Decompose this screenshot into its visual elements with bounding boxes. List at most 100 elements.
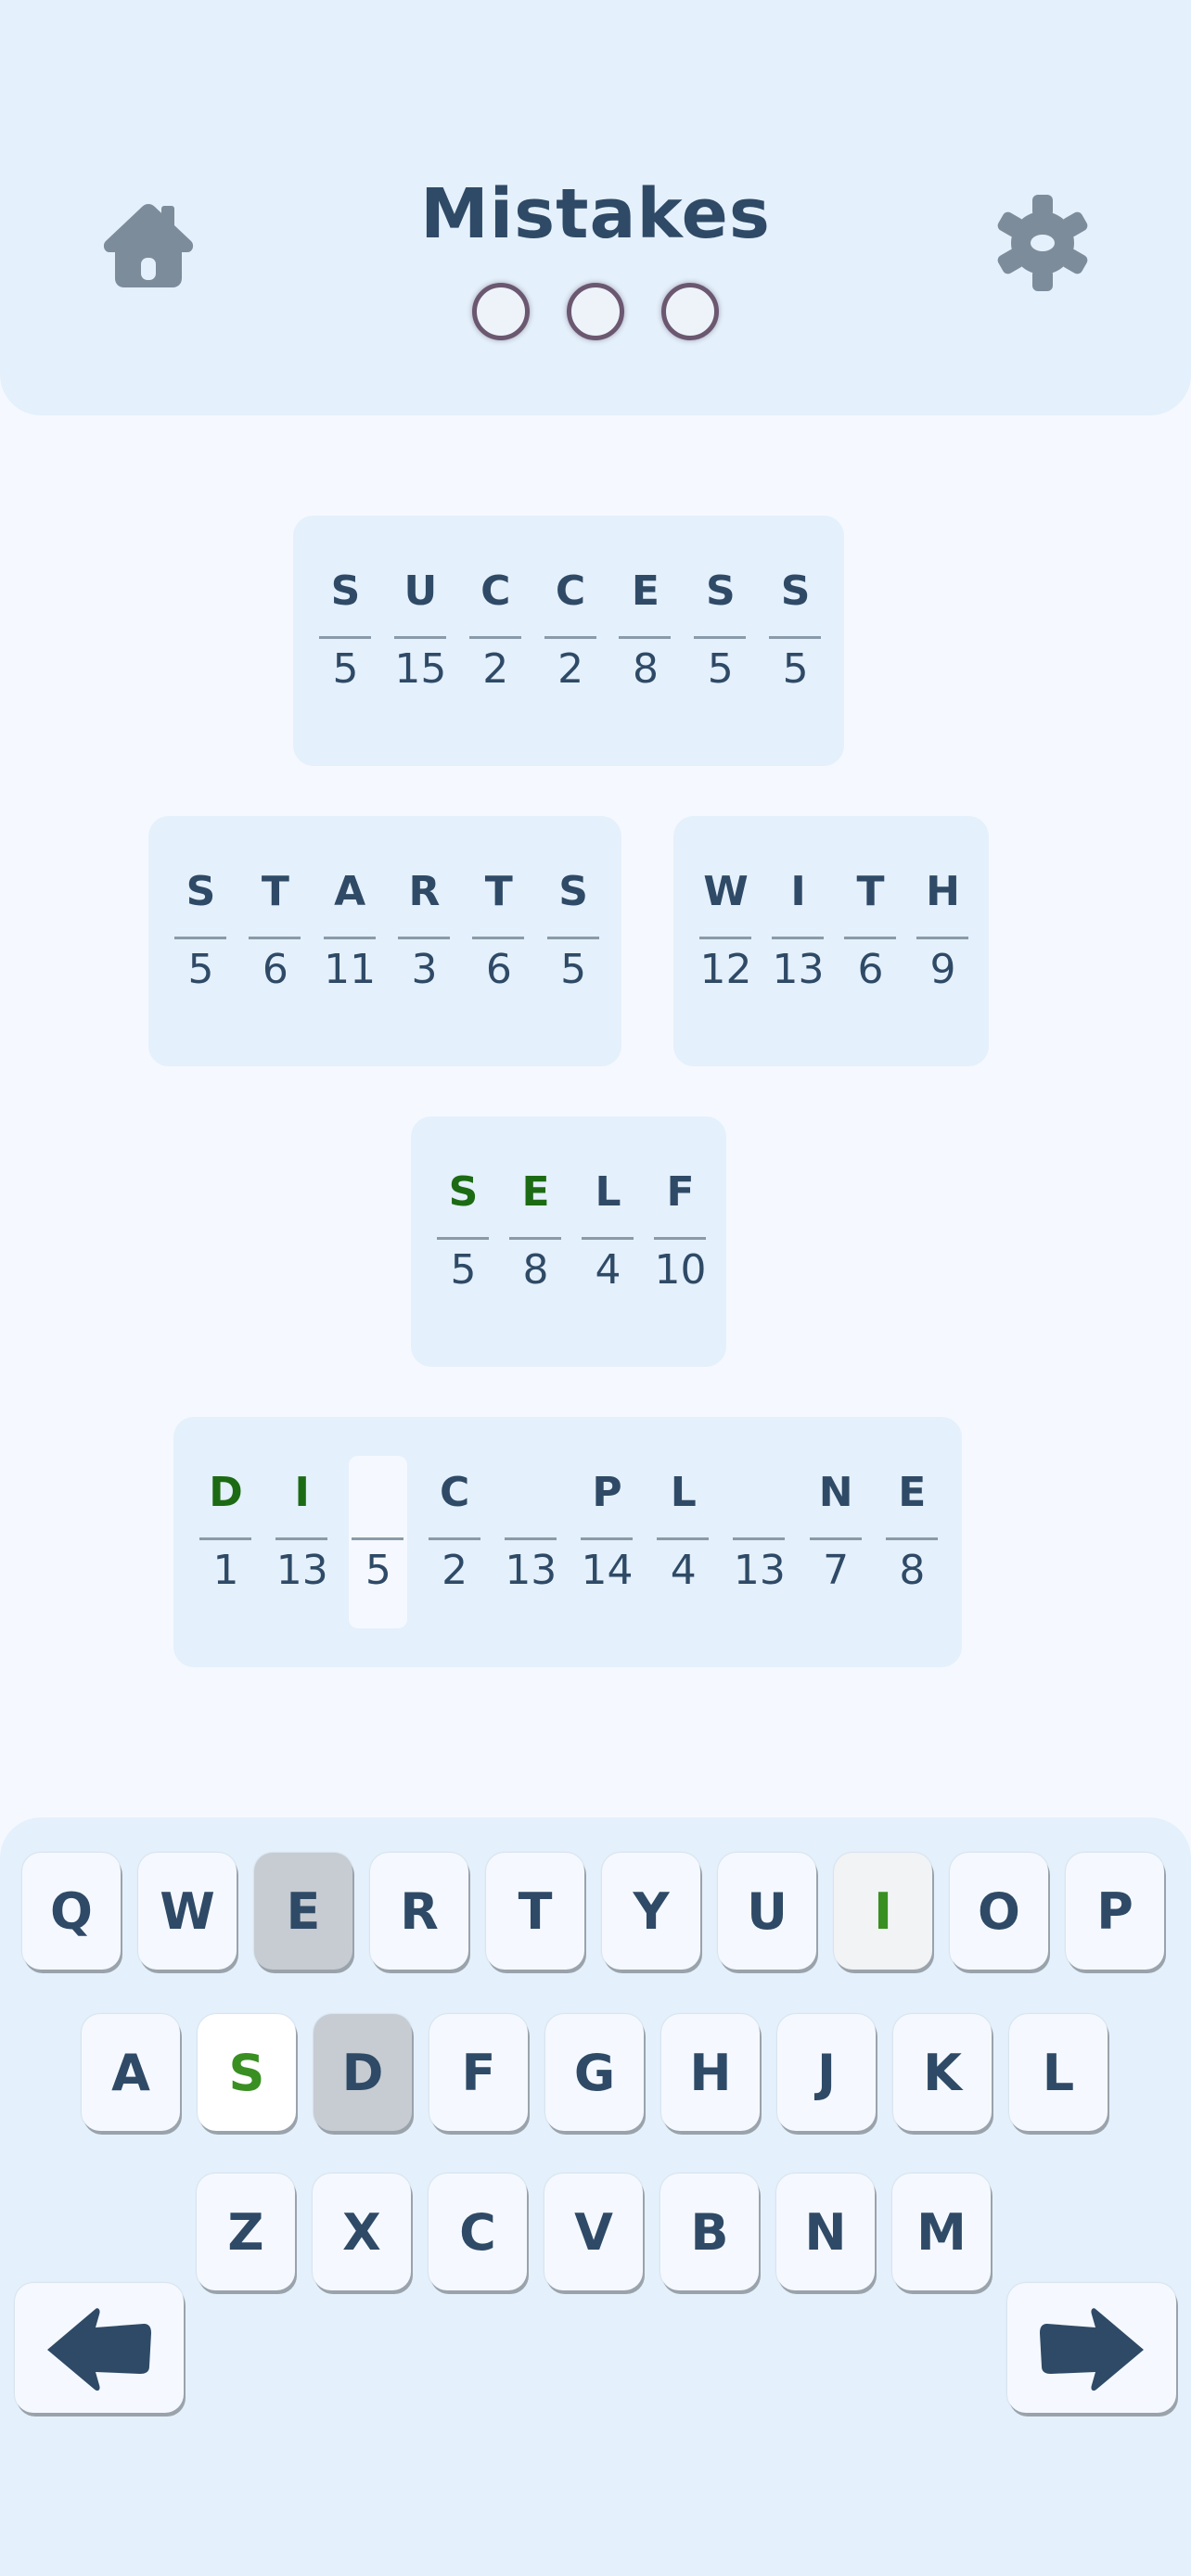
letter-cell[interactable]: U 15 <box>381 516 456 766</box>
key-f[interactable]: F <box>429 2014 528 2131</box>
cell-number: 6 <box>262 946 288 993</box>
key-o[interactable]: O <box>950 1853 1048 1970</box>
cell-number: 6 <box>485 946 512 993</box>
cell-letter: S <box>186 868 216 915</box>
letter-cell[interactable]: S5 <box>424 1116 496 1367</box>
key-g[interactable]: G <box>545 2014 644 2131</box>
cell-letter: N <box>818 1469 853 1516</box>
word-panel: D 1 I 13 5 C 2 13 P 14 L 4 13 N 7 E 8 <box>173 1417 962 1667</box>
cell-number: 11 <box>324 946 377 993</box>
cell-underline <box>809 1537 862 1540</box>
letter-cell[interactable]: S5 <box>756 516 831 766</box>
settings-button[interactable] <box>994 193 1091 293</box>
letter-cell[interactable]: E8 <box>606 516 681 766</box>
letter-cell[interactable]: D1 <box>186 1417 263 1667</box>
key-l[interactable]: L <box>1009 2014 1108 2131</box>
letter-cell[interactable]: S5 <box>534 816 608 1066</box>
cell-underline <box>772 937 824 939</box>
key-p[interactable]: P <box>1066 1853 1164 1970</box>
letter-cell[interactable]: L4 <box>644 1417 720 1667</box>
cell-underline <box>654 1237 706 1240</box>
letter-cell[interactable]: I 13 <box>263 1417 339 1667</box>
letter-cell[interactable]: 13 <box>720 1417 796 1667</box>
cell-number: 8 <box>632 645 659 693</box>
cell-number: 2 <box>557 645 584 693</box>
cell-number: 5 <box>782 645 809 693</box>
cell-underline <box>393 636 446 639</box>
cell-letter: C <box>480 567 511 615</box>
cell-letter: A <box>334 868 366 915</box>
cell-number: 5 <box>365 1547 391 1594</box>
cell-underline <box>397 937 450 939</box>
letter-cell[interactable]: W 12 <box>686 816 759 1066</box>
key-e[interactable]: E <box>254 1853 352 1970</box>
cell-letter: L <box>595 1168 621 1216</box>
key-v[interactable]: V <box>544 2174 643 2290</box>
cell-underline <box>619 636 672 639</box>
letter-cell[interactable]: F 10 <box>641 1116 713 1367</box>
key-z[interactable]: Z <box>197 2174 295 2290</box>
cell-number: 4 <box>595 1246 621 1294</box>
key-k[interactable]: K <box>893 2014 992 2131</box>
letter-cell[interactable]: T6 <box>831 816 903 1066</box>
cell-underline <box>319 636 371 639</box>
key-d[interactable]: D <box>314 2014 412 2131</box>
key-a[interactable]: A <box>82 2014 180 2131</box>
letter-cell[interactable]: S5 <box>161 816 236 1066</box>
letter-cell[interactable]: C2 <box>416 1417 492 1667</box>
cell-number: 5 <box>187 946 214 993</box>
cell-number: 15 <box>394 645 447 693</box>
cell-underline <box>544 636 596 639</box>
key-t[interactable]: T <box>486 1853 584 1970</box>
next-button[interactable] <box>1007 2283 1176 2413</box>
key-u[interactable]: U <box>718 1853 816 1970</box>
key-i[interactable]: I <box>834 1853 932 1970</box>
letter-cell[interactable]: T6 <box>459 816 533 1066</box>
cell-letter: P <box>592 1469 622 1516</box>
word-panel: S 5 T 6 A 11 R 3 T 6 S 5 <box>148 816 621 1066</box>
cell-number: 4 <box>670 1547 697 1594</box>
key-m[interactable]: M <box>892 2174 991 2290</box>
cell-letter: S <box>330 567 361 615</box>
cell-number: 6 <box>857 946 884 993</box>
letter-cell[interactable]: H9 <box>903 816 976 1066</box>
key-q[interactable]: Q <box>22 1853 121 1970</box>
cell-number: 12 <box>699 946 752 993</box>
key-h[interactable]: H <box>661 2014 760 2131</box>
key-j[interactable]: J <box>777 2014 876 2131</box>
key-y[interactable]: Y <box>602 1853 700 1970</box>
cell-underline <box>916 937 968 939</box>
letter-cell[interactable]: A 11 <box>311 816 385 1066</box>
letter-cell[interactable]: N7 <box>797 1417 873 1667</box>
cell-number: 8 <box>899 1547 926 1594</box>
letter-cell-selected[interactable]: 5 <box>339 1417 415 1667</box>
key-r[interactable]: R <box>370 1853 468 1970</box>
key-s[interactable]: S <box>198 2014 296 2131</box>
mistake-dot <box>567 283 624 340</box>
letter-cell[interactable]: C2 <box>531 516 607 766</box>
letter-cell[interactable]: T6 <box>236 816 310 1066</box>
key-w[interactable]: W <box>138 1853 237 1970</box>
cell-number: 5 <box>450 1246 477 1294</box>
letter-cell[interactable]: I 13 <box>759 816 831 1066</box>
letter-cell[interactable]: C2 <box>456 516 531 766</box>
letter-cell[interactable]: R3 <box>385 816 459 1066</box>
letter-cell[interactable]: S5 <box>306 516 381 766</box>
letter-cell[interactable]: E8 <box>496 1116 569 1367</box>
letter-cell[interactable]: L4 <box>569 1116 641 1367</box>
letter-cell[interactable]: S5 <box>681 516 756 766</box>
cell-underline <box>199 1537 251 1540</box>
cell-underline <box>323 937 376 939</box>
key-b[interactable]: B <box>660 2174 759 2290</box>
key-x[interactable]: X <box>313 2174 411 2290</box>
key-c[interactable]: C <box>429 2174 527 2290</box>
letter-cell[interactable]: 13 <box>492 1417 568 1667</box>
letter-cell[interactable]: P 14 <box>568 1417 644 1667</box>
key-n[interactable]: N <box>776 2174 875 2290</box>
cell-underline <box>699 937 751 939</box>
cell-letter: S <box>558 868 588 915</box>
previous-button[interactable] <box>15 2283 184 2413</box>
letter-cell[interactable]: E8 <box>873 1417 949 1667</box>
cell-underline <box>546 937 599 939</box>
cell-letter: H <box>926 868 960 915</box>
